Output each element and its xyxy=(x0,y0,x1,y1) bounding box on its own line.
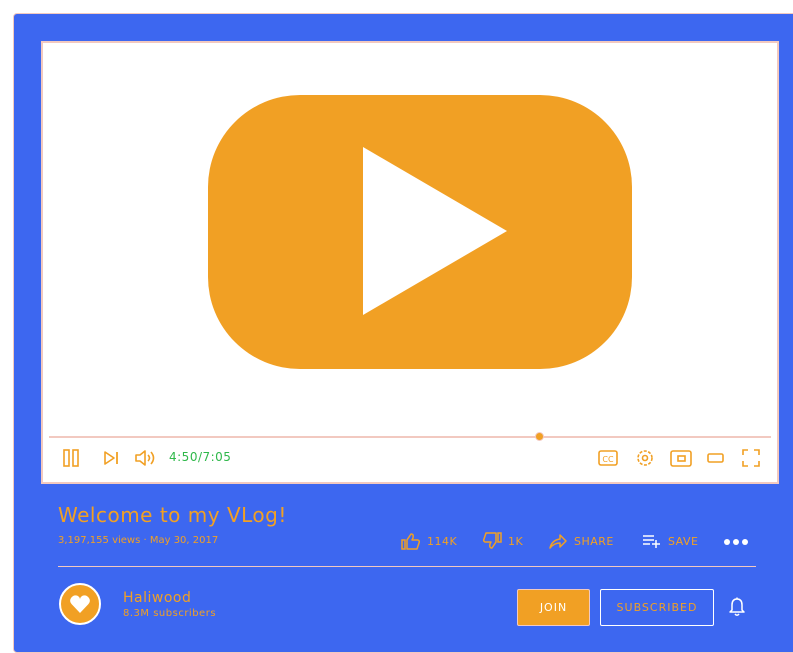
share-icon xyxy=(549,534,567,549)
share-label: SHARE xyxy=(574,534,614,548)
channel-avatar[interactable] xyxy=(59,583,101,625)
time-display: 4:50/7:05 xyxy=(169,450,232,464)
share-button[interactable]: SHARE xyxy=(548,532,614,550)
captions-icon[interactable]: CC xyxy=(597,448,619,468)
divider xyxy=(58,566,756,567)
thumbs-down-icon xyxy=(482,532,502,549)
volume-icon[interactable] xyxy=(134,448,158,468)
progress-fill xyxy=(49,436,540,438)
video-player[interactable]: 4:50/7:05 CC xyxy=(41,41,779,484)
progress-bar[interactable] xyxy=(49,432,771,441)
save-label: SAVE xyxy=(668,534,699,548)
progress-thumb[interactable] xyxy=(535,432,545,441)
bell-icon[interactable] xyxy=(728,597,746,617)
captions-label: CC xyxy=(602,455,614,464)
playlist-add-icon xyxy=(643,535,660,548)
join-button[interactable]: JOIN xyxy=(517,589,590,626)
pause-icon[interactable] xyxy=(63,448,81,468)
dislike-count: 1K xyxy=(508,534,524,548)
settings-icon[interactable] xyxy=(635,448,655,468)
video-title: Welcome to my VLog! xyxy=(58,503,287,527)
fullscreen-icon[interactable] xyxy=(741,448,761,468)
heart-icon xyxy=(70,595,90,613)
big-play-button[interactable] xyxy=(208,95,632,369)
like-button[interactable]: 114K xyxy=(401,532,457,550)
video-meta: 3,197,155 views · May 30, 2017 xyxy=(58,535,219,546)
play-icon xyxy=(363,147,507,315)
save-button[interactable]: SAVE xyxy=(642,532,698,550)
dislike-button[interactable]: 1K xyxy=(482,532,523,550)
channel-name[interactable]: Haliwood xyxy=(123,590,191,606)
next-icon[interactable] xyxy=(103,448,121,468)
subscriber-count: 8.3M subscribers xyxy=(123,608,217,619)
subscribed-button[interactable]: SUBSCRIBED xyxy=(600,589,714,626)
miniplayer-icon[interactable] xyxy=(669,448,693,468)
theater-icon[interactable] xyxy=(706,448,726,468)
thumbs-up-icon xyxy=(401,533,421,550)
more-options-icon[interactable] xyxy=(723,537,749,547)
like-count: 114K xyxy=(427,534,458,548)
